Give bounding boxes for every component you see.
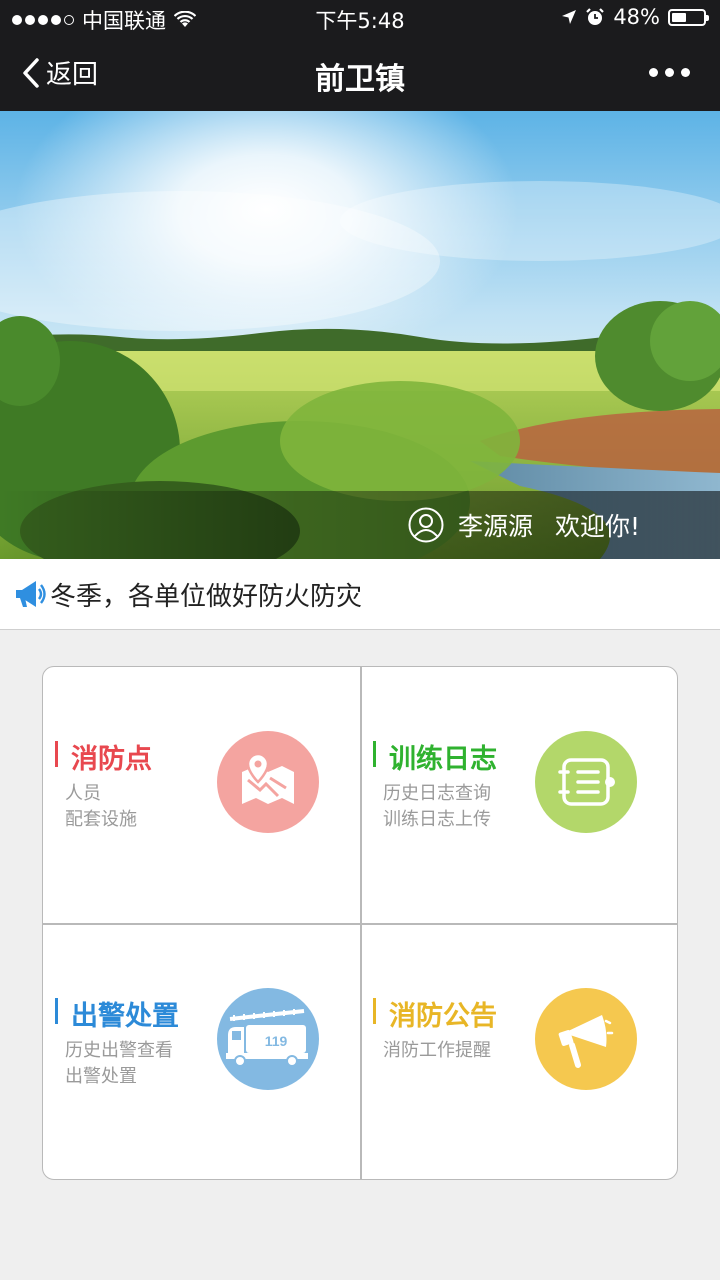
tile-subtitle: 配套设施 [65,809,137,830]
loudspeaker-icon [558,1015,614,1068]
tile-subtitle: 训练日志上传 [383,809,491,830]
tile-title: 训练日志 [389,744,497,775]
tile-icon-circle [535,731,637,833]
welcome-message: 李源源 欢迎你! [408,507,640,543]
tile-title: 消防公告 [389,1001,497,1032]
map-pin-icon [242,752,294,804]
tile-accent-bar [55,998,58,1024]
tile-announcements[interactable]: 消防公告 消防工作提醒 [361,924,677,1179]
greeting-text: 欢迎你! [554,512,640,541]
status-bar: 中国联通 下午5:48 48% [0,0,720,36]
tile-dispatch[interactable]: 出警处置 历史出警查看 出警处置 119 [43,924,360,1179]
tile-subtitle: 人员 [65,783,101,804]
location-arrow-icon [562,10,577,24]
battery-icon [668,8,709,26]
notice-bar[interactable]: 冬季，各单位做好防火防灾 [0,559,720,630]
tile-accent-bar [373,741,376,767]
tile-subtitle: 历史日志查询 [383,783,491,804]
tile-icon-circle [217,731,319,833]
tile-fire-stations[interactable]: 消防点 人员 配套设施 [43,667,360,923]
function-grid: 消防点 人员 配套设施 训练日志 历史日志查询 训练日志上传 出警处置 历史出警… [42,666,678,1180]
fire-truck-icon: 119 [226,1009,308,1067]
tile-accent-bar [55,741,58,767]
banner-image: 李源源 欢迎你! [0,111,720,559]
tile-icon-circle [535,988,637,1090]
battery-percent: 48% [613,5,660,29]
tile-subtitle: 消防工作提醒 [383,1040,491,1061]
tile-training-log[interactable]: 训练日志 历史日志查询 训练日志上传 [361,667,677,923]
user-icon [408,507,444,543]
tile-accent-bar [373,998,376,1024]
tile-title: 出警处置 [71,1001,179,1032]
tile-subtitle: 历史出警查看 [65,1040,173,1061]
tile-icon-circle: 119 [217,988,319,1090]
more-icon[interactable] [649,68,690,77]
tile-title: 消防点 [71,744,152,775]
log-list-icon [558,758,615,806]
alarm-icon [586,8,605,25]
user-name: 李源源 [457,512,533,541]
page-title: 前卫镇 [315,62,405,97]
megaphone-icon [16,581,46,607]
notice-text: 冬季，各单位做好防火防灾 [50,581,363,612]
nav-bar: 返回 前卫镇 [0,36,720,111]
truck-number: 119 [265,1033,288,1049]
tile-subtitle: 出警处置 [65,1066,137,1087]
